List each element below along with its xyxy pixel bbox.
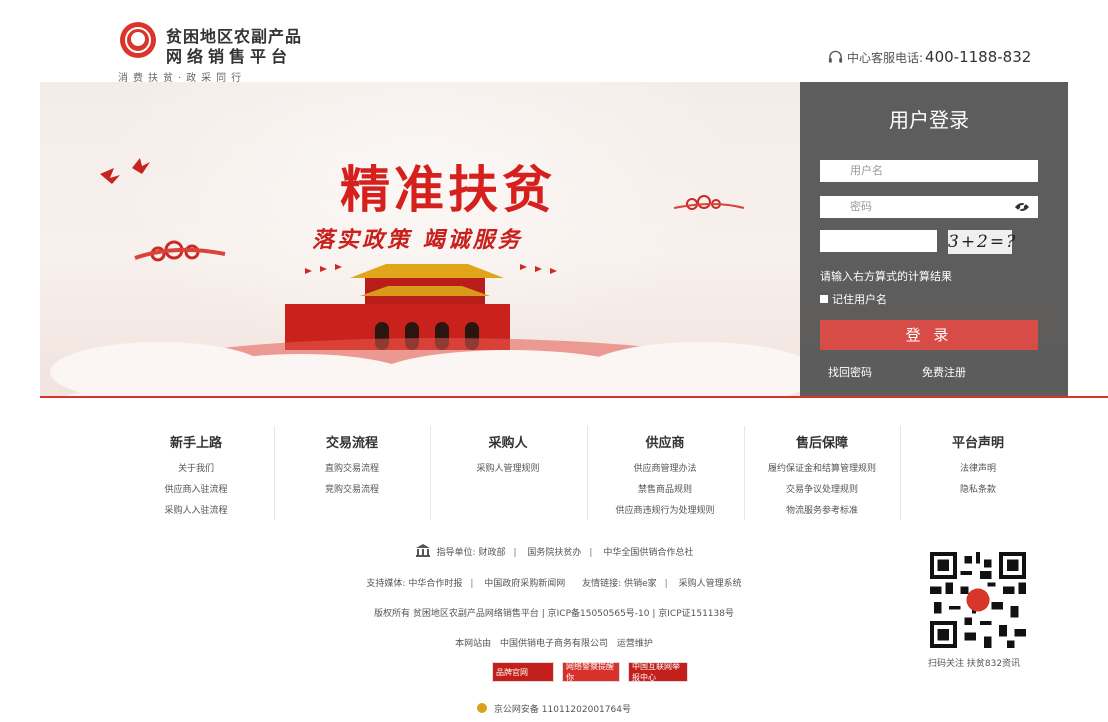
footer-nav-title: 平台声明 — [951, 436, 1004, 451]
footer-nav-column: 平台声明 法律声明 隐私条款 — [900, 432, 1056, 501]
hotline-label: 中心客服电话: — [847, 50, 924, 65]
friend-link[interactable]: 供销e家 — [624, 579, 657, 589]
remember-username[interactable]: 记住用户名 — [820, 291, 887, 307]
forgot-password-link[interactable]: 找回密码 — [828, 364, 872, 380]
police-record[interactable]: 京公网安备 11011202001764号 — [494, 705, 631, 715]
password-input[interactable]: 密码 — [820, 196, 1038, 218]
report-center-badge[interactable]: 中国互联网举报中心 — [628, 662, 688, 682]
remember-label: 记住用户名 — [832, 293, 887, 306]
footer-nav-link[interactable]: 履约保证金和结算管理规则 — [744, 459, 900, 480]
footer-nav-link[interactable]: 供应商违规行为处理规则 — [587, 501, 743, 522]
logo-emblem[interactable] — [120, 22, 156, 58]
eye-hidden-icon[interactable] — [1014, 201, 1030, 213]
guide-unit[interactable]: 财政部 — [478, 548, 505, 558]
footer-nav-title: 新手上路 — [169, 436, 222, 451]
footer-nav-column: 采购人 采购人管理规则 — [430, 432, 586, 480]
footer-nav-link[interactable]: 隐私条款 — [900, 480, 1056, 501]
police-reminder-badge[interactable]: 网络警察提醒你 — [562, 662, 620, 682]
operator-prefix: 本网站由 — [455, 639, 492, 649]
logo-title-line2[interactable]: 网络销售平台 — [166, 43, 292, 67]
hotline-number: 400-1188-832 — [925, 48, 1032, 66]
media-label: 支持媒体: — [366, 579, 406, 589]
footer-nav-link[interactable]: 竞购交易流程 — [274, 480, 430, 501]
footer-nav-link[interactable]: 采购人入驻流程 — [118, 501, 274, 522]
register-link[interactable]: 免费注册 — [922, 364, 966, 380]
footer-nav-link[interactable]: 供应商管理办法 — [587, 459, 743, 480]
footer-nav-link[interactable]: 直购交易流程 — [274, 459, 430, 480]
footer-nav-link[interactable]: 禁售商品规则 — [587, 480, 743, 501]
footer-nav-title: 采购人 — [488, 436, 528, 451]
qr-caption: 扫码关注 扶贫832资讯 — [928, 659, 1021, 669]
footer-nav-column: 供应商 供应商管理办法 禁售商品规则 供应商违规行为处理规则 — [587, 432, 743, 522]
police-emblem-icon — [477, 703, 488, 713]
slogan-main: 精准扶贫 — [340, 161, 556, 219]
slogan-sub: 落实政策 竭诚服务 — [312, 228, 523, 253]
footer-nav-link[interactable]: 采购人管理规则 — [430, 459, 586, 480]
password-placeholder: 密码 — [850, 200, 872, 213]
hero-banner: 精准扶贫 落实政策 竭诚服务 用户登录 用户名 密码 3+2=? 请输入右方算式… — [40, 82, 1068, 396]
captcha-image[interactable]: 3+2=? — [948, 230, 1015, 254]
qr-code — [930, 552, 1026, 648]
operator-suffix: 运营维护 — [616, 639, 653, 649]
government-building-icon — [415, 544, 430, 557]
footer-nav-link[interactable]: 物流服务参考标准 — [744, 501, 900, 522]
banner-divider — [40, 396, 1108, 398]
police-record-line: 京公网安备 11011202001764号 — [0, 702, 1108, 715]
footer-nav-column: 交易流程 直购交易流程 竞购交易流程 — [274, 432, 430, 501]
headset-icon — [828, 50, 843, 63]
guide-unit[interactable]: 中华全国供销合作总社 — [603, 548, 693, 558]
guide-unit[interactable]: 国务院扶贫办 — [527, 548, 581, 558]
operator-name[interactable]: 中国供销电子商务有限公司 — [500, 639, 608, 649]
remember-checkbox[interactable] — [820, 295, 828, 303]
friend-link[interactable]: 采购人管理系统 — [679, 579, 742, 589]
login-title: 用户登录 — [889, 108, 969, 132]
login-panel: 用户登录 用户名 密码 3+2=? 请输入右方算式的计算结果 记住用户名 登 录… — [800, 82, 1068, 396]
captcha-input[interactable] — [820, 230, 937, 252]
media-link[interactable]: 中国政府采购新闻网 — [484, 579, 565, 589]
footer-nav-column: 新手上路 关于我们 供应商入驻流程 采购人入驻流程 — [118, 432, 274, 522]
footer-nav-link[interactable]: 法律声明 — [900, 459, 1056, 480]
friend-label: 友情链接: — [582, 579, 622, 589]
guide-label: 指导单位: — [436, 548, 476, 558]
hotline: 中心客服电话: 400-1188-832 — [828, 48, 1031, 66]
footer-nav-link[interactable]: 供应商入驻流程 — [118, 480, 274, 501]
captcha-hint: 请输入右方算式的计算结果 — [820, 270, 952, 283]
login-button[interactable]: 登 录 — [820, 320, 1038, 350]
footer-nav-link[interactable]: 关于我们 — [118, 459, 274, 480]
username-input[interactable]: 用户名 — [820, 160, 1038, 182]
footer-nav-column: 售后保障 履约保证金和结算管理规则 交易争议处理规则 物流服务参考标准 — [744, 432, 900, 522]
certification-badges: 品牌官网 网络警察提醒你 中国互联网举报中心 — [492, 662, 688, 682]
footer-nav-title: 售后保障 — [795, 436, 848, 451]
footer-nav-title: 交易流程 — [325, 436, 378, 451]
brand-official-badge[interactable]: 品牌官网 — [492, 662, 554, 682]
media-link[interactable]: 中华合作时报 — [408, 579, 462, 589]
footer-nav-title: 供应商 — [645, 436, 685, 451]
footer-nav-link[interactable]: 交易争议处理规则 — [744, 480, 900, 501]
